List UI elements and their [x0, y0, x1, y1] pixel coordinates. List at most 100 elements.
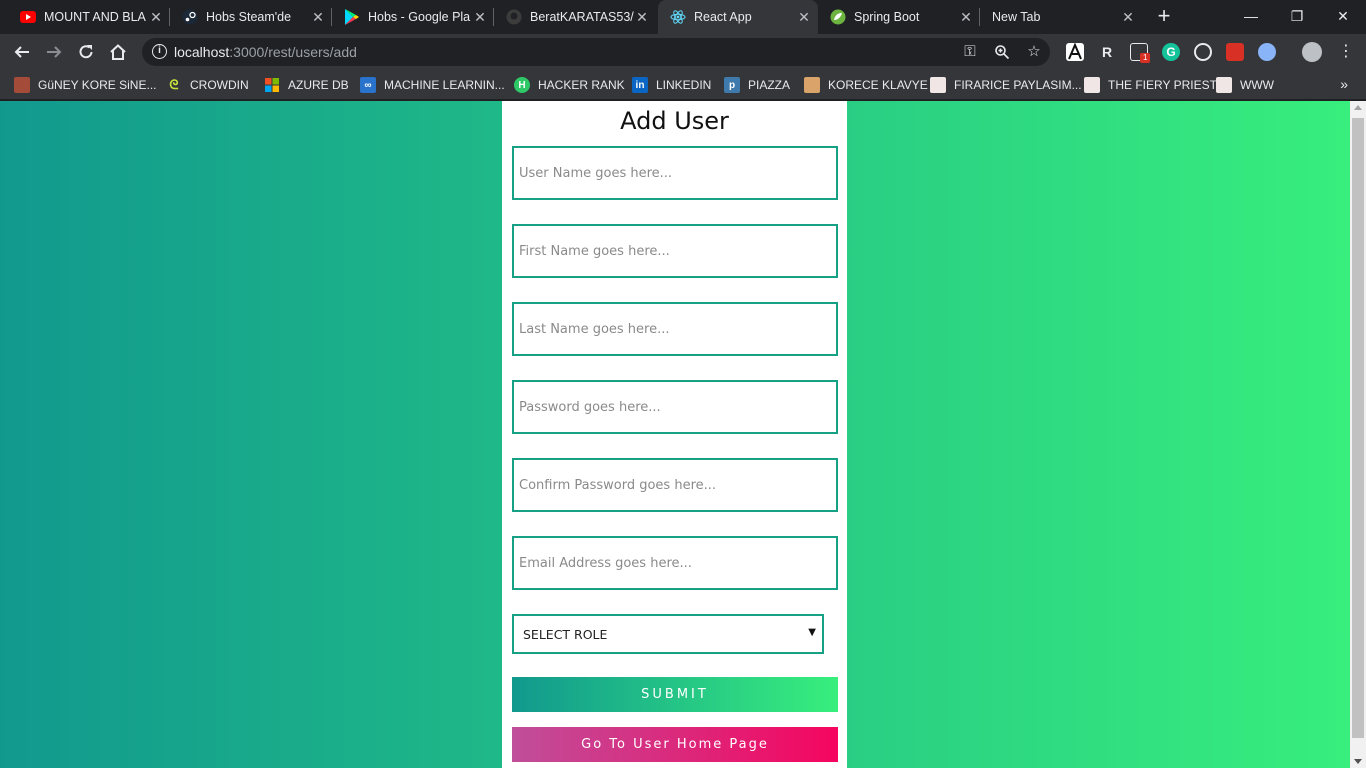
- close-window-button[interactable]: ✕: [1320, 0, 1366, 34]
- bookmark-label: THE FIERY PRIEST: [1108, 78, 1217, 92]
- bookmark-item[interactable]: WWW: [1216, 76, 1274, 94]
- bookmark-item[interactable]: p PIAZZA: [724, 76, 790, 94]
- tab-strip: MOUNT AND BLA ✕ Hobs Steam'de ✕ Hobs - G…: [0, 0, 1366, 34]
- page-title: Add User: [620, 107, 729, 135]
- bookmarks-overflow-icon[interactable]: »: [1340, 76, 1348, 92]
- url-text: localhost:3000/rest/users/add: [174, 44, 357, 60]
- url-path: :3000/rest/users/add: [229, 44, 357, 60]
- microsoft-icon: [264, 77, 280, 93]
- speedometer-icon[interactable]: [1194, 43, 1212, 61]
- minimize-button[interactable]: —: [1228, 0, 1274, 34]
- keyboard-icon: [804, 77, 820, 93]
- close-icon[interactable]: ✕: [472, 9, 488, 25]
- password-input[interactable]: [512, 380, 838, 434]
- tab-new-tab[interactable]: New Tab ✕: [980, 0, 1142, 34]
- bookmark-label: KORECE KLAVYE: [828, 78, 928, 92]
- grammarly-icon[interactable]: G: [1162, 43, 1180, 61]
- extension-screen-icon[interactable]: 1: [1130, 43, 1151, 63]
- profile-avatar[interactable]: [1302, 42, 1322, 62]
- menu-icon[interactable]: ⋮: [1334, 40, 1358, 64]
- youtube-icon: [20, 9, 36, 25]
- reload-button[interactable]: [74, 40, 98, 64]
- github-icon: [506, 9, 522, 25]
- role-select-value: SELECT ROLE: [523, 626, 608, 642]
- extension-r-icon[interactable]: R: [1098, 43, 1116, 61]
- back-button[interactable]: [10, 40, 34, 64]
- forward-button[interactable]: [42, 40, 66, 64]
- username-input[interactable]: [512, 146, 838, 200]
- bookmark-label: PIAZZA: [748, 78, 791, 92]
- bookmark-item[interactable]: H HACKER RANK: [514, 76, 625, 94]
- linkedin-icon: in: [632, 77, 648, 93]
- bookmark-label: LINKEDIN: [656, 78, 712, 92]
- spring-icon: [830, 9, 846, 25]
- bookmark-label: MACHINE LEARNIN...: [384, 78, 505, 92]
- bookmark-item[interactable]: THE FIERY PRIEST: [1084, 76, 1217, 94]
- browser-toolbar: i localhost:3000/rest/users/add ⚿ ☆ R 1 …: [0, 34, 1366, 70]
- bookmark-star-icon[interactable]: ☆: [1026, 44, 1042, 60]
- zoom-icon[interactable]: [994, 44, 1010, 60]
- piazza-icon: p: [724, 77, 740, 93]
- tab-spring-boot[interactable]: Spring Boot ✕: [820, 0, 980, 34]
- bookmark-item[interactable]: AZURE DB: [264, 76, 349, 94]
- bookmarks-bar: GüNEY KORE SiNE... ᘓ CROWDIN AZURE DB ∞ …: [0, 70, 1366, 100]
- bookmark-item[interactable]: GüNEY KORE SiNE...: [14, 76, 156, 94]
- user-home-button[interactable]: Go To User Home Page: [512, 727, 838, 762]
- bookmark-label: AZURE DB: [288, 78, 349, 92]
- first-name-input[interactable]: [512, 224, 838, 278]
- info-icon[interactable]: i: [152, 44, 167, 59]
- restore-button[interactable]: ❐: [1274, 0, 1320, 34]
- manga-icon: [1216, 77, 1232, 93]
- bookmark-item[interactable]: ∞ MACHINE LEARNIN...: [360, 76, 505, 94]
- manga-icon: [1084, 77, 1100, 93]
- address-bar[interactable]: i localhost:3000/rest/users/add ⚿ ☆: [142, 38, 1050, 66]
- role-select[interactable]: SELECT ROLE ▼: [512, 614, 824, 654]
- bookmark-item[interactable]: ᘓ CROWDIN: [166, 76, 249, 94]
- close-icon[interactable]: ✕: [634, 9, 650, 25]
- bookmark-item[interactable]: KORECE KLAVYE: [804, 76, 928, 94]
- crowdin-icon: ᘓ: [169, 77, 179, 92]
- last-name-input[interactable]: [512, 302, 838, 356]
- caret-down-icon: ▼: [808, 627, 816, 638]
- manga-icon: [930, 77, 946, 93]
- hackerrank-icon: H: [514, 77, 530, 93]
- home-button[interactable]: [106, 40, 130, 64]
- tab-google-play[interactable]: Hobs - Google Pla ✕: [332, 0, 494, 34]
- tab-steam[interactable]: Hobs Steam'de ✕: [170, 0, 332, 34]
- page-scrollbar[interactable]: [1350, 101, 1366, 768]
- close-icon[interactable]: ✕: [1120, 9, 1136, 25]
- scroll-up-icon[interactable]: [1354, 105, 1362, 110]
- new-tab-button[interactable]: +: [1152, 5, 1176, 29]
- close-icon[interactable]: ✕: [310, 9, 326, 25]
- bookmark-item[interactable]: in LINKEDIN: [632, 76, 711, 94]
- extension-badge: 1: [1140, 53, 1151, 63]
- bookmark-item[interactable]: FIRARICE PAYLASIM...: [930, 76, 1082, 94]
- email-input[interactable]: [512, 536, 838, 590]
- tab-github[interactable]: BeratKARATAS53/ ✕: [494, 0, 656, 34]
- react-icon: [670, 9, 686, 25]
- close-icon[interactable]: ✕: [148, 9, 164, 25]
- extension-blue-icon[interactable]: [1258, 43, 1276, 61]
- tab-react-app[interactable]: React App ✕: [658, 0, 818, 34]
- url-host: localhost: [174, 44, 230, 60]
- google-play-icon: [344, 9, 360, 25]
- bookmark-label: WWW: [1240, 78, 1274, 92]
- submit-button[interactable]: SUBMIT: [512, 677, 838, 712]
- infinity-icon: ∞: [360, 77, 376, 93]
- scroll-down-icon[interactable]: [1354, 759, 1362, 764]
- bookmark-label: CROWDIN: [190, 78, 249, 92]
- steam-icon: [182, 9, 198, 25]
- add-user-form: Add User SELECT ROLE ▼ SUBMIT Go To User…: [502, 101, 847, 768]
- film-icon: [14, 77, 30, 93]
- page-viewport: Add User SELECT ROLE ▼ SUBMIT Go To User…: [0, 101, 1366, 768]
- extension-a-icon[interactable]: [1066, 42, 1084, 61]
- bookmark-label: FIRARICE PAYLASIM...: [954, 78, 1082, 92]
- extension-red-icon[interactable]: [1226, 43, 1244, 61]
- close-icon[interactable]: ✕: [958, 9, 974, 25]
- tab-youtube[interactable]: MOUNT AND BLA ✕: [0, 0, 170, 34]
- scrollbar-thumb[interactable]: [1352, 118, 1364, 738]
- key-icon[interactable]: ⚿: [962, 44, 978, 60]
- close-icon[interactable]: ✕: [796, 9, 812, 25]
- confirm-password-input[interactable]: [512, 458, 838, 512]
- bookmark-label: HACKER RANK: [538, 78, 625, 92]
